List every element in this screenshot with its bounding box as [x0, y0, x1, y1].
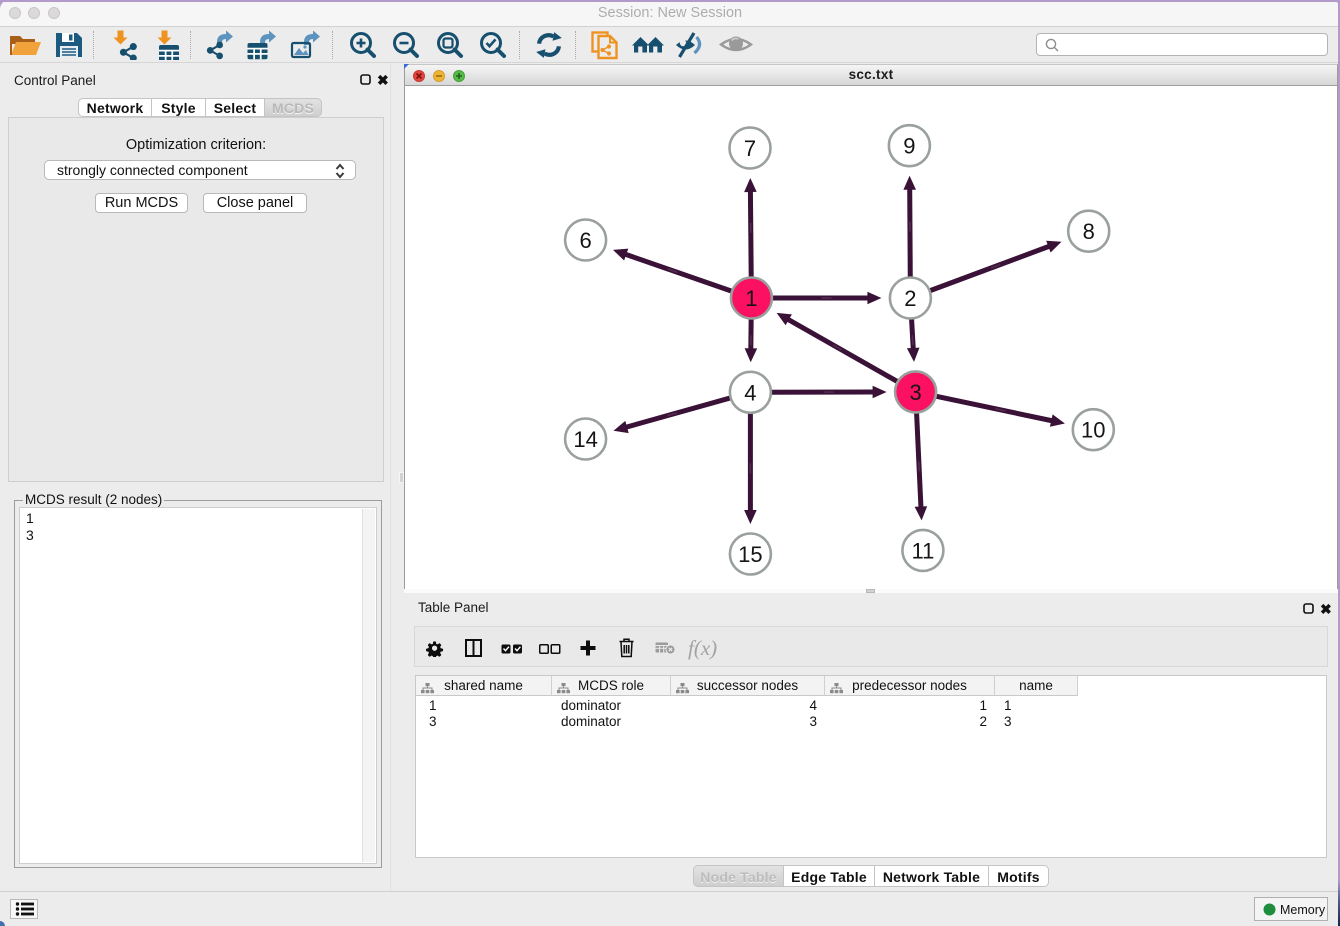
svg-text:1: 1 — [745, 286, 757, 311]
svg-text:9: 9 — [903, 133, 915, 158]
svg-text:15: 15 — [738, 542, 762, 567]
svg-text:14: 14 — [573, 427, 597, 452]
svg-text:11: 11 — [911, 538, 934, 563]
svg-text:6: 6 — [579, 228, 591, 253]
svg-text:4: 4 — [744, 380, 756, 405]
svg-text:2: 2 — [904, 286, 916, 311]
svg-text:8: 8 — [1082, 219, 1094, 244]
svg-text:7: 7 — [743, 136, 755, 161]
svg-text:10: 10 — [1081, 417, 1105, 442]
svg-text:3: 3 — [909, 379, 921, 404]
